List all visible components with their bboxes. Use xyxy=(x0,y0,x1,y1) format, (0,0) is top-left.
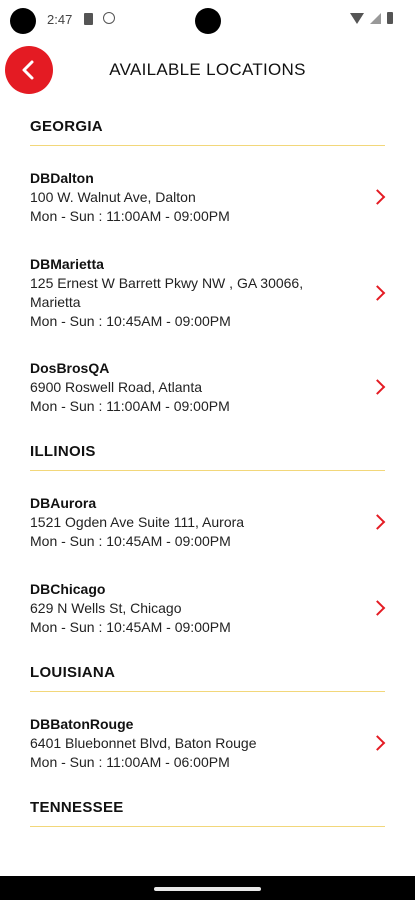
state-header-illinois: ILLINOIS xyxy=(0,416,415,471)
location-hours: Mon - Sun : 10:45AM - 09:00PM xyxy=(30,313,231,329)
battery-icon xyxy=(387,12,393,24)
location-item-dbdalton[interactable]: DBDalton 100 W. Walnut Ave, Dalton Mon -… xyxy=(0,168,415,226)
state-divider xyxy=(30,470,385,471)
state-divider xyxy=(30,145,385,146)
status-time: 2:47 xyxy=(47,12,73,27)
state-header-georgia: GEORGIA xyxy=(0,98,415,146)
status-bar: 2:47 xyxy=(0,0,415,38)
page-title: AVAILABLE LOCATIONS xyxy=(109,60,306,79)
location-item-dosbrosqa[interactable]: DosBrosQA 6900 Roswell Road, Atlanta Mon… xyxy=(0,358,415,416)
location-name: DBBatonRouge xyxy=(30,716,134,732)
location-address: 100 W. Walnut Ave, Dalton xyxy=(30,189,196,205)
location-address: 6401 Bluebonnet Blvd, Baton Rouge xyxy=(30,735,257,751)
location-item-dbbatonrouge[interactable]: DBBatonRouge 6401 Bluebonnet Blvd, Baton… xyxy=(0,714,415,772)
camera-cutout-icon xyxy=(10,8,36,34)
vpn-globe-icon xyxy=(103,12,115,24)
state-header-tennessee: TENNESSEE xyxy=(0,772,415,827)
signal-icon xyxy=(370,12,381,24)
state-divider xyxy=(30,826,385,827)
location-address: 1521 Ogden Ave Suite 111, Aurora xyxy=(30,514,245,530)
location-item-dbchicago[interactable]: DBChicago 629 N Wells St, Chicago Mon - … xyxy=(0,579,415,637)
location-name: DBDalton xyxy=(30,170,94,186)
location-hours: Mon - Sun : 11:00AM - 09:00PM xyxy=(30,398,230,414)
location-address: 6900 Roswell Road, Atlanta xyxy=(30,379,202,395)
sim-card-icon xyxy=(84,13,93,25)
location-item-dbaurora[interactable]: DBAurora 1521 Ogden Ave Suite 111, Auror… xyxy=(0,493,415,551)
state-name: LOUISIANA xyxy=(30,664,116,681)
location-name: DBChicago xyxy=(30,581,106,597)
screen: 2:47 AVAILABLE LOCATIONS GEORGIA DBDalto… xyxy=(0,0,415,900)
wifi-icon xyxy=(350,12,364,24)
status-icons xyxy=(350,12,393,24)
state-name: ILLINOIS xyxy=(30,443,96,460)
location-name: DosBrosQA xyxy=(30,360,110,376)
locations-list: GEORGIA DBDalton 100 W. Walnut Ave, Dalt… xyxy=(0,98,415,827)
state-name: TENNESSEE xyxy=(30,799,124,816)
state-header-louisiana: LOUISIANA xyxy=(0,637,415,692)
location-address: 629 N Wells St, Chicago xyxy=(30,600,182,616)
front-camera-icon xyxy=(195,8,221,34)
location-hours: Mon - Sun : 10:45AM - 09:00PM xyxy=(30,533,231,549)
state-divider xyxy=(30,691,385,692)
state-name: GEORGIA xyxy=(30,118,103,135)
location-hours: Mon - Sun : 11:00AM - 09:00PM xyxy=(30,208,230,224)
location-name: DBMarietta xyxy=(30,256,104,272)
location-name: DBAurora xyxy=(30,495,97,511)
system-nav-bar xyxy=(0,876,415,900)
location-hours: Mon - Sun : 11:00AM - 06:00PM xyxy=(30,754,230,770)
location-item-dbmarietta[interactable]: DBMarietta 125 Ernest W Barrett Pkwy NW … xyxy=(0,254,415,331)
app-header: AVAILABLE LOCATIONS xyxy=(0,40,415,98)
home-gesture-handle[interactable] xyxy=(154,887,261,891)
location-address: 125 Ernest W Barrett Pkwy NW , GA 30066, xyxy=(30,275,304,291)
location-hours: Mon - Sun : 10:45AM - 09:00PM xyxy=(30,619,231,635)
location-address-line2: Marietta xyxy=(30,294,81,310)
